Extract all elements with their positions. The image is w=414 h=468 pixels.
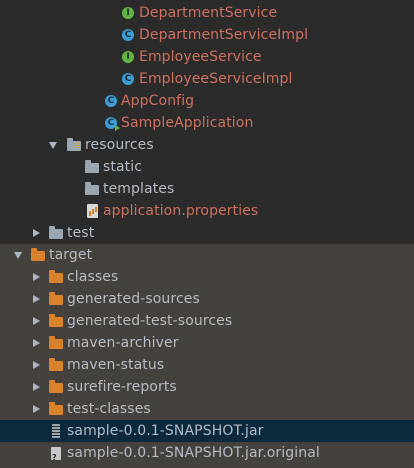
tree-item-label: generated-sources bbox=[67, 291, 200, 307]
excluded-folder-icon bbox=[48, 310, 64, 332]
excluded-folder-icon bbox=[48, 288, 64, 310]
tree-item-maven-status[interactable]: maven-status bbox=[0, 354, 414, 376]
tree-item-label: test-classes bbox=[67, 401, 151, 417]
tree-item-surefire-reports[interactable]: surefire-reports bbox=[0, 376, 414, 398]
chevron-right-icon[interactable] bbox=[30, 376, 42, 398]
class-icon: C bbox=[120, 68, 136, 90]
tree-item-department-service[interactable]: I DepartmentService bbox=[0, 2, 414, 24]
tree-item-label: DepartmentService bbox=[139, 5, 278, 21]
tree-item-label: target bbox=[49, 247, 93, 263]
excluded-folder-icon bbox=[48, 376, 64, 398]
tree-item-label: maven-archiver bbox=[67, 335, 179, 351]
tree-item-app-config[interactable]: C AppConfig bbox=[0, 90, 414, 112]
tree-item-label: test bbox=[67, 225, 95, 241]
tree-item-label: EmployeeServiceImpl bbox=[139, 71, 293, 87]
excluded-folder-icon bbox=[48, 266, 64, 288]
chevron-down-icon[interactable] bbox=[12, 244, 24, 266]
tree-item-application-properties[interactable]: application.properties bbox=[0, 200, 414, 222]
excluded-folder-icon bbox=[30, 244, 46, 266]
tree-item-label: SampleApplication bbox=[121, 115, 254, 131]
chevron-right-icon[interactable] bbox=[30, 354, 42, 376]
tree-item-maven-archiver[interactable]: maven-archiver bbox=[0, 332, 414, 354]
tree-item-label: resources bbox=[85, 137, 154, 153]
tree-item-label: sample-0.0.1-SNAPSHOT.jar bbox=[67, 423, 264, 439]
tree-item-label: maven-status bbox=[67, 357, 165, 373]
tree-item-jar[interactable]: sample-0.0.1-SNAPSHOT.jar bbox=[0, 420, 414, 442]
tree-item-department-service-impl[interactable]: C DepartmentServiceImpl bbox=[0, 24, 414, 46]
chevron-right-icon[interactable] bbox=[30, 222, 42, 244]
tree-item-sample-application[interactable]: C SampleApplication bbox=[0, 112, 414, 134]
chevron-right-icon[interactable] bbox=[30, 398, 42, 420]
tree-item-label: templates bbox=[103, 181, 175, 197]
excluded-folder-icon bbox=[48, 354, 64, 376]
tree-item-label: classes bbox=[67, 269, 119, 285]
class-icon: C bbox=[103, 90, 119, 112]
folder-icon bbox=[48, 222, 64, 244]
tree-item-templates[interactable]: templates bbox=[0, 178, 414, 200]
excluded-folder-icon bbox=[48, 398, 64, 420]
spring-boot-class-icon: C bbox=[103, 112, 120, 134]
tree-item-label: sample-0.0.1-SNAPSHOT.jar.original bbox=[67, 445, 320, 461]
excluded-folder-icon bbox=[48, 332, 64, 354]
tree-item-employee-service-impl[interactable]: C EmployeeServiceImpl bbox=[0, 68, 414, 90]
tree-item-test[interactable]: test bbox=[0, 222, 414, 244]
project-tree: I DepartmentService C DepartmentServiceI… bbox=[0, 0, 414, 468]
chevron-right-icon[interactable] bbox=[30, 332, 42, 354]
jar-file-icon bbox=[48, 420, 64, 442]
tree-item-jar-original[interactable]: sample-0.0.1-SNAPSHOT.jar.original bbox=[0, 442, 414, 468]
class-icon: C bbox=[120, 24, 136, 46]
tree-item-target[interactable]: target bbox=[0, 244, 414, 266]
properties-file-icon bbox=[84, 200, 100, 222]
folder-icon bbox=[84, 178, 100, 200]
tree-item-resources[interactable]: resources bbox=[0, 134, 414, 156]
tree-item-static[interactable]: static bbox=[0, 156, 414, 178]
chevron-right-icon[interactable] bbox=[30, 310, 42, 332]
folder-icon bbox=[84, 156, 100, 178]
tree-item-label: application.properties bbox=[103, 203, 259, 219]
tree-item-label: AppConfig bbox=[121, 93, 195, 109]
tree-item-test-classes[interactable]: test-classes bbox=[0, 398, 414, 420]
chevron-right-icon[interactable] bbox=[30, 266, 42, 288]
tree-item-generated-sources[interactable]: generated-sources bbox=[0, 288, 414, 310]
tree-item-label: generated-test-sources bbox=[67, 313, 233, 329]
interface-icon: I bbox=[120, 2, 136, 24]
tree-item-classes[interactable]: classes bbox=[0, 266, 414, 288]
tree-item-label: surefire-reports bbox=[67, 379, 177, 395]
unknown-file-icon bbox=[48, 442, 64, 464]
tree-item-label: DepartmentServiceImpl bbox=[139, 27, 309, 43]
tree-item-employee-service[interactable]: I EmployeeService bbox=[0, 46, 414, 68]
chevron-right-icon[interactable] bbox=[30, 288, 42, 310]
tree-item-label: EmployeeService bbox=[139, 49, 262, 65]
chevron-down-icon[interactable] bbox=[47, 134, 59, 156]
resources-folder-icon bbox=[66, 134, 82, 156]
interface-icon: I bbox=[120, 46, 136, 68]
tree-item-generated-test-sources[interactable]: generated-test-sources bbox=[0, 310, 414, 332]
tree-item-label: static bbox=[103, 159, 143, 175]
